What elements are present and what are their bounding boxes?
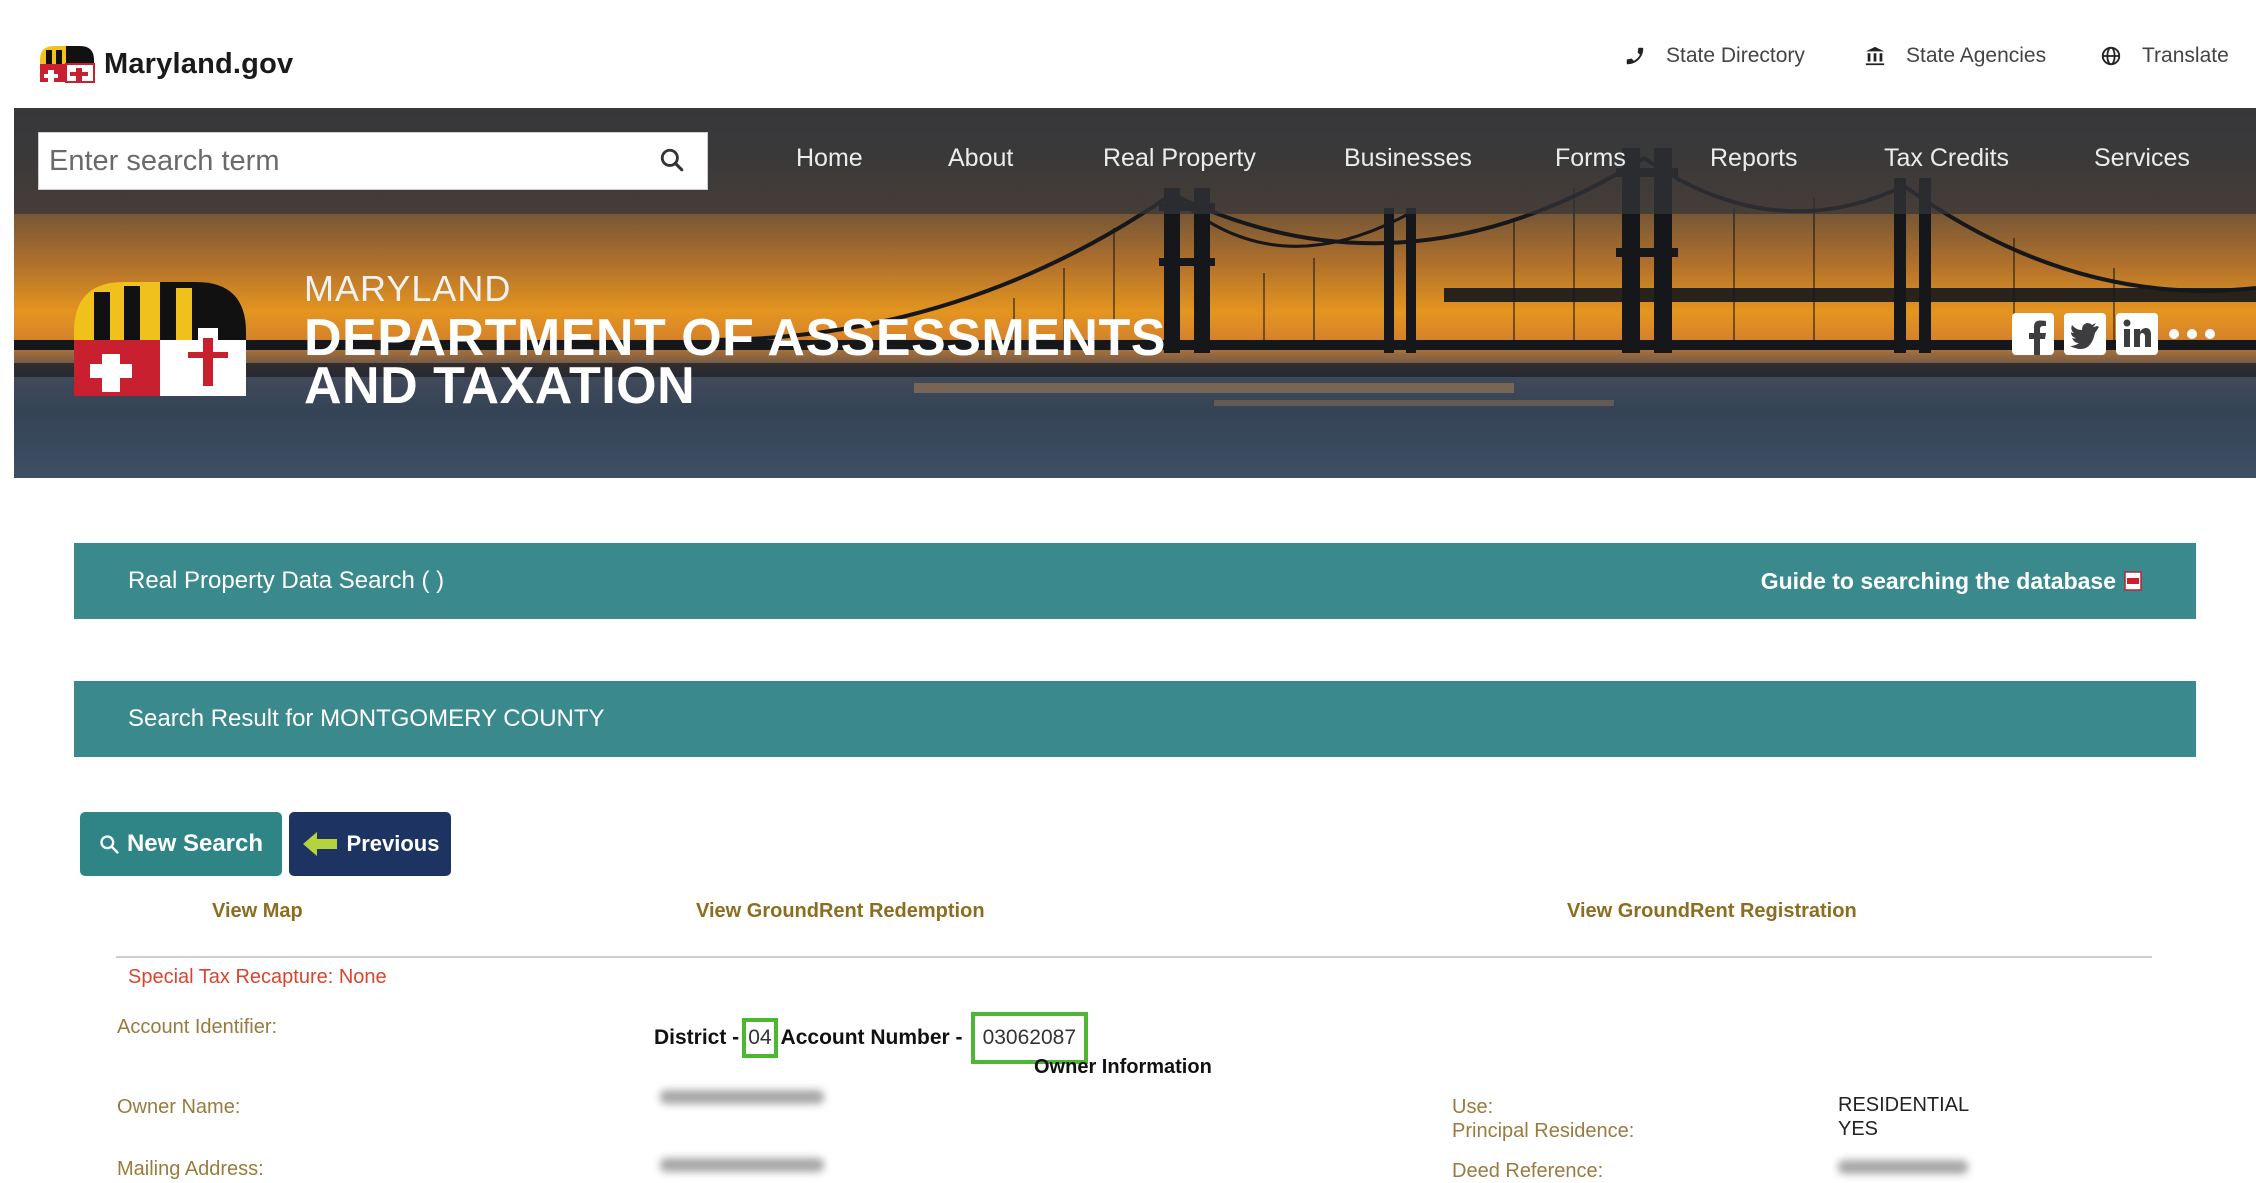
section-header: Real Property Data Search ( ) Guide to s…	[74, 543, 2196, 619]
previous-button[interactable]: Previous	[289, 812, 451, 876]
state-directory-link[interactable]: State Directory	[1624, 44, 1805, 68]
dept-title-line2: AND TAXATION	[304, 357, 696, 415]
search-icon[interactable]	[659, 147, 685, 173]
divider	[116, 956, 2152, 958]
special-tax-recapture: Special Tax Recapture: None	[128, 966, 387, 988]
previous-label: Previous	[346, 831, 440, 856]
nav-about[interactable]: About	[948, 144, 1013, 173]
new-search-label: New Search	[126, 830, 264, 857]
twitter-icon[interactable]	[2064, 313, 2106, 355]
groundrent-redemption-link[interactable]: View GroundRent Redemption	[696, 900, 985, 923]
district-value: 04	[742, 1018, 778, 1058]
nav-tax-credits[interactable]: Tax Credits	[1884, 144, 2009, 173]
dept-eyebrow: MARYLAND	[304, 268, 512, 309]
groundrent-registration-link[interactable]: View GroundRent Registration	[1567, 900, 1857, 923]
social-links	[2012, 313, 2226, 355]
building-icon	[1865, 46, 1885, 66]
new-search-button[interactable]: New Search	[80, 812, 282, 876]
maryland-seal-icon	[74, 282, 246, 396]
hero-banner: Home About Real Property Businesses Form…	[14, 108, 2256, 478]
results-title: Search Result for MONTGOMERY COUNTY	[128, 705, 605, 732]
mailing-address-label: Mailing Address:	[117, 1158, 264, 1180]
use-value: RESIDENTIAL	[1838, 1094, 1970, 1116]
brand-name: Maryland.gov	[104, 47, 294, 80]
nav-businesses[interactable]: Businesses	[1344, 144, 1472, 173]
arrow-left-icon	[302, 832, 337, 856]
state-agencies-link[interactable]: State Agencies	[1864, 44, 2046, 68]
principal-residence-label: Principal Residence:	[1452, 1120, 1635, 1142]
translate-label: Translate	[2142, 44, 2229, 67]
nav-home[interactable]: Home	[796, 144, 863, 173]
nav-reports[interactable]: Reports	[1710, 144, 1798, 173]
owner-name-label: Owner Name:	[117, 1096, 241, 1118]
section-title: Real Property Data Search ( )	[128, 567, 445, 594]
mailing-address-redacted	[660, 1158, 824, 1172]
district-label: District -	[654, 1026, 740, 1049]
nav-services[interactable]: Services	[2094, 144, 2190, 173]
state-directory-label: State Directory	[1666, 44, 1805, 67]
owner-information-heading: Owner Information	[1034, 1056, 1212, 1078]
account-identifier-value: District - 04 Account Number - 03062087	[654, 1012, 1091, 1064]
results-header: Search Result for MONTGOMERY COUNTY	[74, 681, 2196, 757]
linkedin-icon[interactable]	[2116, 313, 2158, 355]
guide-link[interactable]: Guide to searching the database	[1761, 543, 2142, 619]
maryland-flag-icon	[40, 46, 95, 83]
globe-icon	[2101, 46, 2121, 66]
search-input[interactable]	[39, 135, 651, 187]
translate-link[interactable]: Translate	[2100, 44, 2229, 68]
view-map-link[interactable]: View Map	[212, 900, 303, 923]
principal-residence-value: YES	[1838, 1118, 1879, 1140]
pdf-icon	[2124, 571, 2142, 591]
use-label: Use:	[1452, 1096, 1494, 1118]
account-identifier-label: Account Identifier:	[117, 1016, 278, 1038]
guide-link-label: Guide to searching the database	[1760, 567, 2116, 594]
more-icon[interactable]	[2168, 326, 2216, 342]
account-number-label: Account Number -	[780, 1026, 963, 1049]
deed-reference-redacted	[1838, 1160, 1968, 1174]
maryland-gov-logo[interactable]: Maryland.gov	[36, 40, 293, 88]
nav-real-property[interactable]: Real Property	[1103, 144, 1256, 173]
state-agencies-label: State Agencies	[1906, 44, 2047, 67]
site-search	[38, 132, 708, 190]
nav-forms[interactable]: Forms	[1555, 144, 1626, 173]
owner-name-redacted	[660, 1090, 824, 1104]
facebook-icon[interactable]	[2012, 313, 2054, 355]
search-icon	[100, 835, 119, 854]
phone-icon	[1626, 47, 1644, 65]
